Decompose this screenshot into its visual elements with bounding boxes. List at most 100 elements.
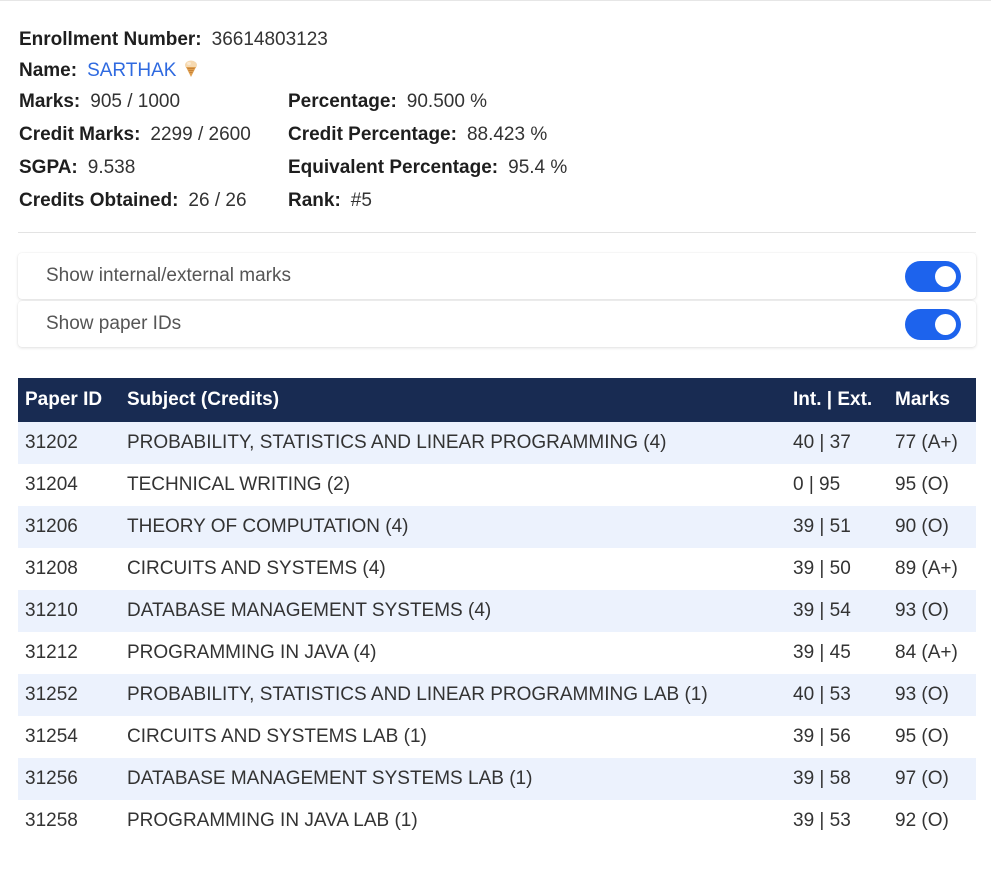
int-ext-cell: 39 | 54 (793, 600, 851, 621)
equivalent-percentage-value: 95.4 % (508, 157, 568, 178)
toggle-internal-external-label: Show internal/external marks (46, 265, 291, 286)
header-paper-id: Paper ID (25, 389, 103, 410)
switch-knob (935, 314, 956, 335)
paper-id-cell: 31258 (25, 810, 78, 831)
toggle-paper-ids: Show paper IDs (18, 301, 976, 347)
paper-id-cell: 31256 (25, 768, 78, 789)
internal-external-switch[interactable] (905, 261, 961, 292)
rank-field: Rank: #5 (288, 184, 372, 217)
int-ext-cell: 40 | 37 (793, 432, 851, 453)
sgpa-value: 9.538 (87, 157, 136, 178)
int-ext-cell: 39 | 58 (793, 768, 851, 789)
subject-cell: PROGRAMMING IN JAVA (4) (127, 642, 377, 663)
int-ext-cell: 39 | 51 (793, 516, 851, 537)
int-ext-cell: 39 | 56 (793, 726, 851, 747)
credit-percentage-value: 88.423 % (466, 124, 548, 145)
int-ext-cell: 39 | 45 (793, 642, 851, 663)
toggle-paper-ids-label: Show paper IDs (46, 313, 182, 334)
int-ext-cell: 40 | 53 (793, 684, 851, 705)
subject-cell: CIRCUITS AND SYSTEMS (4) (127, 558, 386, 579)
marks-cell: 95 (O) (895, 726, 949, 747)
marks-cell: 89 (A+) (895, 558, 958, 579)
credit-percentage-field: Credit Percentage: 88.423 % (288, 118, 547, 151)
percentage-value: 90.500 % (406, 91, 488, 112)
subject-cell: CIRCUITS AND SYSTEMS LAB (1) (127, 726, 427, 747)
table-row: 31258 PROGRAMMING IN JAVA LAB (1) 39 | 53 9… (18, 800, 976, 842)
marks-cell: 95 (O) (895, 474, 949, 495)
toggle-internal-external: Show internal/external marks (18, 253, 976, 299)
paper-id-cell: 31206 (25, 516, 78, 537)
enrollment-label: Enrollment Number: (19, 29, 202, 50)
subject-cell: DATABASE MANAGEMENT SYSTEMS (4) (127, 600, 492, 621)
marks-cell: 97 (O) (895, 768, 949, 789)
credit-marks-label: Credit Marks: (19, 124, 141, 145)
enrollment-row: Enrollment Number: 36614803123 (19, 23, 328, 54)
rank-label: Rank: (288, 190, 341, 211)
paper-id-cell: 31212 (25, 642, 78, 663)
header-subject: Subject (Credits) (127, 389, 280, 410)
subject-cell: PROGRAMMING IN JAVA LAB (1) (127, 810, 418, 831)
credit-marks-row: Credit Marks: 2299 / 2600 Credit Percenta… (19, 118, 547, 151)
paper-id-cell: 31202 (25, 432, 78, 453)
marks-cell: 93 (O) (895, 684, 949, 705)
table-row: 31204 TECHNICAL WRITING (2) 0 | 95 95 (O) (18, 464, 976, 506)
credits-obtained-row: Credits Obtained: 26 / 26 Rank: #5 (19, 184, 372, 217)
student-info: Enrollment Number: 36614803123 Name: SARTH… (19, 23, 567, 217)
table-row: 31256 DATABASE MANAGEMENT SYSTEMS LAB (1)… (18, 758, 976, 800)
subject-cell: DATABASE MANAGEMENT SYSTEMS LAB (1) (127, 768, 533, 789)
paper-id-cell: 31208 (25, 558, 78, 579)
header-int-ext: Int. | Ext. (793, 389, 873, 410)
table-row: 31252 PROBABILITY, STATISTICS AND LINEAR … (18, 674, 976, 716)
table-row: 31210 DATABASE MANAGEMENT SYSTEMS (4) 39 |… (18, 590, 976, 632)
equivalent-percentage-label: Equivalent Percentage: (288, 157, 499, 178)
marks-label: Marks: (19, 91, 81, 112)
sgpa-label: SGPA: (19, 157, 78, 178)
credits-obtained-label: Credits Obtained: (19, 190, 179, 211)
marks-cell: 77 (A+) (895, 432, 958, 453)
table-header: Paper ID Subject (Credits) Int. | Ext. M… (18, 378, 976, 422)
subject-cell: PROBABILITY, STATISTICS AND LINEAR PROGR… (127, 432, 667, 453)
table-row: 31202 PROBABILITY, STATISTICS AND LINEAR … (18, 422, 976, 464)
int-ext-cell: 39 | 50 (793, 558, 851, 579)
marks-row: Marks: 905 / 1000 Percentage: 90.500 % (19, 85, 487, 118)
table-body: 31202 PROBABILITY, STATISTICS AND LINEAR … (18, 422, 976, 842)
result-page: Enrollment Number: 36614803123 Name: SARTH… (0, 0, 991, 876)
marks-cell: 93 (O) (895, 600, 949, 621)
paper-id-cell: 31252 (25, 684, 78, 705)
results-table: Paper ID Subject (Credits) Int. | Ext. M… (18, 378, 976, 842)
table-row: 31212 PROGRAMMING IN JAVA (4) 39 | 45 84 (A… (18, 632, 976, 674)
marks-cell: 90 (O) (895, 516, 949, 537)
table-header-row: Paper ID Subject (Credits) Int. | Ext. M… (18, 378, 976, 422)
percentage-field: Percentage: 90.500 % (288, 85, 487, 118)
percentage-label: Percentage: (288, 91, 397, 112)
rank-value: #5 (350, 190, 372, 211)
section-divider (18, 232, 976, 233)
name-label: Name: (19, 60, 78, 81)
paper-ids-switch[interactable] (905, 309, 961, 340)
subject-cell: PROBABILITY, STATISTICS AND LINEAR PROGR… (127, 684, 708, 705)
student-name-link[interactable]: SARTHAK (87, 60, 176, 81)
paper-id-cell: 31254 (25, 726, 78, 747)
ice-cream-icon (185, 60, 198, 77)
int-ext-cell: 39 | 53 (793, 810, 851, 831)
marks-cell: 84 (A+) (895, 642, 958, 663)
subject-cell: THEORY OF COMPUTATION (4) (127, 516, 409, 537)
paper-id-cell: 31210 (25, 600, 78, 621)
table-row: 31254 CIRCUITS AND SYSTEMS LAB (1) 39 | 56… (18, 716, 976, 758)
credit-marks-value: 2299 / 2600 (150, 124, 251, 145)
marks-cell: 92 (O) (895, 810, 949, 831)
int-ext-cell: 0 | 95 (793, 474, 841, 495)
equivalent-percentage-field: Equivalent Percentage: 95.4 % (288, 151, 567, 184)
credits-obtained-value: 26 / 26 (188, 190, 247, 211)
table-row: 31208 CIRCUITS AND SYSTEMS (4) 39 | 50 89 (… (18, 548, 976, 590)
enrollment-value: 36614803123 (211, 29, 328, 50)
switch-knob (935, 266, 956, 287)
credit-percentage-label: Credit Percentage: (288, 124, 457, 145)
sgpa-row: SGPA: 9.538 Equivalent Percentage: 95.4 % (19, 151, 567, 184)
name-row: Name: SARTHAK (19, 54, 328, 85)
subject-cell: TECHNICAL WRITING (2) (127, 474, 351, 495)
table-row: 31206 THEORY OF COMPUTATION (4) 39 | 51 90 … (18, 506, 976, 548)
paper-id-cell: 31204 (25, 474, 78, 495)
marks-value: 905 / 1000 (90, 91, 181, 112)
header-marks: Marks (895, 389, 950, 410)
